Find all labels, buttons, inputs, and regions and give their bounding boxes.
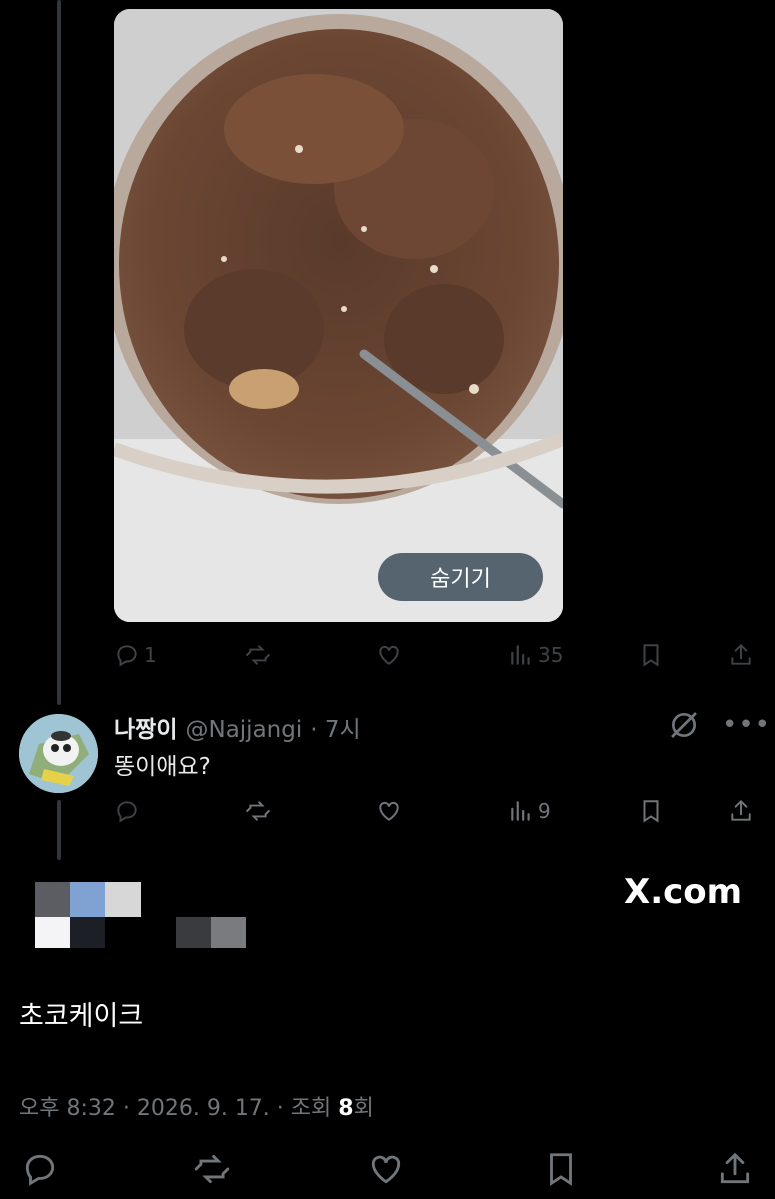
- share-icon: [720, 1152, 750, 1184]
- hide-media-button[interactable]: 숨기기: [378, 553, 543, 601]
- post-timestamp: 오후 8:32 · 2026. 9. 17. · 조회: [19, 1096, 339, 1121]
- reply-button[interactable]: [114, 798, 140, 824]
- views-button[interactable]: 9: [508, 798, 551, 824]
- views-icon: [511, 801, 530, 821]
- retweet-button[interactable]: [245, 798, 271, 824]
- share-icon: [731, 799, 751, 821]
- reply-actions: 9: [0, 796, 775, 830]
- reply-icon: [117, 801, 137, 823]
- bookmark-icon: [643, 800, 659, 823]
- reply-header: 나짱이 @Najjangi · 7시: [114, 710, 361, 744]
- more-icon[interactable]: •••: [722, 710, 771, 740]
- bookmark-button[interactable]: [638, 798, 664, 824]
- views-count: 9: [538, 799, 551, 823]
- post-image[interactable]: 숨기기: [114, 9, 563, 622]
- post-time: · 7시: [310, 717, 361, 743]
- bookmark-icon: [643, 644, 659, 667]
- retweet-icon: [246, 645, 270, 665]
- views-button[interactable]: 35: [508, 642, 563, 668]
- post-views: 8: [338, 1096, 354, 1121]
- bookmark-button[interactable]: [638, 642, 664, 668]
- like-button[interactable]: [367, 1150, 405, 1188]
- bookmark-icon: [550, 1153, 572, 1186]
- share-button[interactable]: [716, 1150, 754, 1188]
- bookmark-button[interactable]: [542, 1150, 580, 1188]
- post-meta: 오후 8:32 · 2026. 9. 17. · 조회 8회: [19, 1090, 374, 1122]
- retweet-icon: [246, 801, 270, 821]
- thread-line-top: [57, 0, 61, 705]
- post-text: 초코케이크: [19, 1001, 144, 1032]
- user-name[interactable]: 나짱이: [114, 710, 177, 744]
- avatar-image: [19, 714, 98, 793]
- views-icon: [511, 645, 530, 665]
- chocolate-cake-photo: [114, 9, 563, 622]
- reply-icon: [25, 1154, 55, 1186]
- like-icon: [371, 1155, 401, 1184]
- views-count: 35: [538, 643, 564, 667]
- like-icon: [379, 801, 399, 821]
- reply-icon: [117, 645, 137, 667]
- reply-text: 똥이애요?: [114, 754, 211, 780]
- reply-button[interactable]: 1: [114, 642, 157, 668]
- views-suffix: 회: [353, 1096, 374, 1121]
- like-icon: [379, 645, 399, 665]
- share-icon: [731, 643, 751, 665]
- retweet-button[interactable]: [193, 1150, 231, 1188]
- avatar[interactable]: [19, 714, 98, 793]
- main-post-actions: [0, 1150, 775, 1194]
- retweet-button[interactable]: [245, 642, 271, 668]
- retweet-icon: [194, 1154, 230, 1184]
- like-button[interactable]: [376, 798, 402, 824]
- user-handle[interactable]: @Najjangi: [185, 717, 302, 743]
- like-button[interactable]: [376, 642, 402, 668]
- reply-button[interactable]: [21, 1150, 59, 1188]
- reply-count: 1: [144, 643, 157, 667]
- first-post-actions: 1 35: [0, 640, 775, 674]
- xcom-watermark: X.com: [624, 872, 743, 912]
- share-button[interactable]: [728, 798, 754, 824]
- share-button[interactable]: [728, 642, 754, 668]
- grok-icon[interactable]: [668, 709, 700, 745]
